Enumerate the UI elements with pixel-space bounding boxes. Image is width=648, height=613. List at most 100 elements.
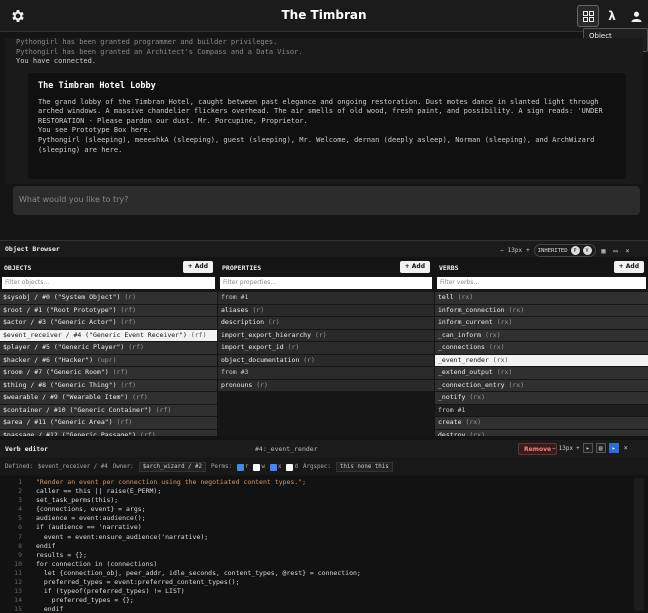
property-row[interactable]: import_export_id (r)	[218, 342, 434, 354]
property-row[interactable]: object_documentation (r)	[218, 354, 434, 366]
object-browser-toggle[interactable]	[577, 5, 599, 27]
code-line[interactable]: audience = event:audience();	[36, 514, 581, 523]
save-icon[interactable]: ▸	[608, 443, 619, 453]
code-line[interactable]: if (typeof(preferred_types) != LIST)	[36, 587, 581, 596]
verb-row[interactable]: _connection_entry (rx)	[435, 379, 648, 391]
line-numbers: 1 2 3 4 5 6 7 8 9 10 11 12 13 14 15	[14, 478, 22, 613]
verb-options: Defined: $event_receiver / #4 Owner: $ar…	[0, 459, 648, 475]
code-line[interactable]: caller == this || raise(E_PERM);	[36, 487, 581, 496]
group-header: from #1	[218, 292, 434, 304]
verb-row[interactable]: tell (rx)	[435, 292, 648, 304]
object-row[interactable]: $area / #11 ("Generic Area") (rf)	[0, 417, 217, 429]
top-bar: The Timbran λ	[0, 0, 648, 32]
object-browser-controls: − 13px + INHERITED P V ▦ ▭ ×	[500, 244, 632, 257]
verb-row[interactable]: create (rx)	[435, 417, 648, 429]
inherited-toggle[interactable]: INHERITED P V	[533, 244, 596, 257]
chat-log: Pythongirl has been granted programmer a…	[5, 38, 643, 184]
verbs-toggle[interactable]: V	[582, 246, 592, 255]
code-minimap[interactable]	[584, 478, 614, 538]
property-row[interactable]: aliases (r)	[218, 304, 434, 316]
perm-r-checkbox[interactable]: r	[236, 463, 248, 471]
font-decrease-button[interactable]: −	[552, 445, 556, 452]
owner-label: Owner:	[112, 464, 134, 470]
verb-editor-title: Verb editor	[5, 445, 49, 453]
object-row[interactable]: $sysobj / #0 ("System Object") (r)	[0, 292, 217, 304]
code-line[interactable]: event = event:ensure_audience('narrative…	[36, 533, 581, 542]
defined-label: Defined:	[5, 464, 33, 470]
font-decrease-button[interactable]: −	[500, 247, 504, 254]
filter-objects-input[interactable]: Filter objects...	[2, 277, 215, 289]
font-size-label: 13px	[558, 444, 574, 452]
map-icon[interactable]: ▤	[595, 443, 606, 453]
font-size-label: 13px	[507, 247, 523, 254]
verb-row[interactable]: inform_connection (rx)	[435, 304, 648, 316]
code-line[interactable]: endif	[36, 605, 581, 613]
compile-icon[interactable]: ▸	[582, 443, 593, 453]
add-property-button[interactable]: + Add	[399, 261, 430, 273]
code-line[interactable]: endif	[36, 542, 581, 551]
object-row[interactable]: $container / #10 ("Generic Container") (…	[0, 404, 217, 416]
object-row[interactable]: $player / #5 ("Generic Player") (rf)	[0, 342, 217, 354]
perm-w-checkbox[interactable]: w	[253, 463, 265, 471]
close-icon[interactable]: ×	[622, 444, 630, 452]
verb-row[interactable]: inform_current (rx)	[435, 317, 648, 329]
verb-row[interactable]: _can_inform (rx)	[435, 329, 648, 341]
verb-ref: #4:_event_render	[255, 445, 318, 453]
property-row[interactable]: pronouns (r)	[218, 379, 434, 391]
object-row[interactable]: $actor / #3 ("Generic Actor") (rf)	[0, 317, 217, 329]
font-increase-button[interactable]: +	[576, 445, 580, 452]
object-browser-title: Object Browser	[5, 245, 60, 253]
properties-label: PROPERTIES	[222, 264, 262, 272]
code-editor[interactable]: 1 2 3 4 5 6 7 8 9 10 11 12 13 14 15 "Render an event p…	[0, 476, 648, 613]
property-row[interactable]: import_export_hierarchy (r)	[218, 329, 434, 341]
perm-x-checkbox[interactable]: x	[269, 463, 281, 471]
code-scrollbar[interactable]	[634, 478, 644, 611]
object-row[interactable]: $event_receiver / #4 ("Generic Event Rec…	[0, 329, 217, 341]
object-row[interactable]: $passage / #12 ("Generic Passage") (rf)	[0, 429, 217, 436]
property-row[interactable]: description (r)	[218, 317, 434, 329]
group-header: from #3	[218, 367, 434, 379]
verb-editor-header: Verb editor #4:_event_render Remove − 13…	[0, 440, 648, 458]
code-line[interactable]: set_task_perms(this);	[36, 496, 581, 505]
object-row[interactable]: $wearable / #9 ("Wearable Item") (rf)	[0, 392, 217, 404]
add-object-button[interactable]: + Add	[182, 261, 213, 273]
window-icon[interactable]: ▦	[600, 247, 608, 255]
filter-verbs-input[interactable]: Filter verbs...	[437, 277, 646, 289]
command-input[interactable]: What would you like to try?	[13, 186, 640, 215]
room-contents: You see Prototype Box here.	[38, 126, 152, 135]
code-lines[interactable]: "Render an event per connection using th…	[36, 476, 581, 613]
verb-row[interactable]: _extend_output (rx)	[435, 367, 648, 379]
code-line[interactable]: {connections, event} = args;	[36, 505, 581, 514]
lambda-icon[interactable]: λ	[601, 5, 623, 27]
add-verb-button[interactable]: + Add	[613, 261, 644, 273]
object-row[interactable]: $thing / #8 ("Generic Thing") (rf)	[0, 379, 217, 391]
code-line[interactable]: "Render an event per connection using th…	[36, 478, 581, 487]
inherited-label: INHERITED	[537, 247, 568, 254]
code-line[interactable]: if (audience == 'narrative)	[36, 523, 581, 532]
argspec-field[interactable]: this none this	[335, 462, 393, 472]
object-row[interactable]: $hacker / #6 ("Hacker") (upr)	[0, 354, 217, 366]
font-increase-button[interactable]: +	[526, 247, 530, 254]
minimize-icon[interactable]: ▭	[612, 247, 620, 255]
close-icon[interactable]: ×	[624, 247, 632, 255]
owner-field[interactable]: $arch_wizard / #2	[138, 462, 207, 472]
properties-toggle[interactable]: P	[570, 246, 580, 255]
object-browser-header: Object Browser − 13px + INHERITED P V ▦ …	[0, 240, 648, 257]
verb-row[interactable]: _connections (rx)	[435, 342, 648, 354]
verb-row[interactable]: _event_render (rx)	[435, 354, 648, 366]
code-line[interactable]: let {connection_obj, peer_addr, idle_sec…	[36, 569, 581, 578]
object-row[interactable]: $root / #1 ("Root Prototype") (rf)	[0, 304, 217, 316]
code-line[interactable]: preferred_types = {};	[36, 596, 581, 605]
verb-editor-controls: − 13px + ▸ ▤ ▸ ×	[552, 443, 630, 453]
verb-row[interactable]: destroy (rx)	[435, 429, 648, 436]
verb-row[interactable]: _notify (rx)	[435, 392, 648, 404]
properties-column: PROPERTIES + Add Filter properties... fr…	[218, 258, 434, 436]
room-people: Pythongirl (sleeping), meeeshkA (sleepin…	[38, 135, 595, 154]
code-line[interactable]: for connection in (connections)	[36, 560, 581, 569]
filter-properties-input[interactable]: Filter properties...	[220, 277, 432, 289]
user-icon[interactable]	[625, 5, 647, 27]
object-row[interactable]: $room / #7 ("Generic Room") (rf)	[0, 367, 217, 379]
perm-d-checkbox[interactable]: d	[286, 463, 298, 471]
code-line[interactable]: preferred_types = event:preferred_conten…	[36, 578, 581, 587]
code-line[interactable]: results = {};	[36, 551, 581, 560]
